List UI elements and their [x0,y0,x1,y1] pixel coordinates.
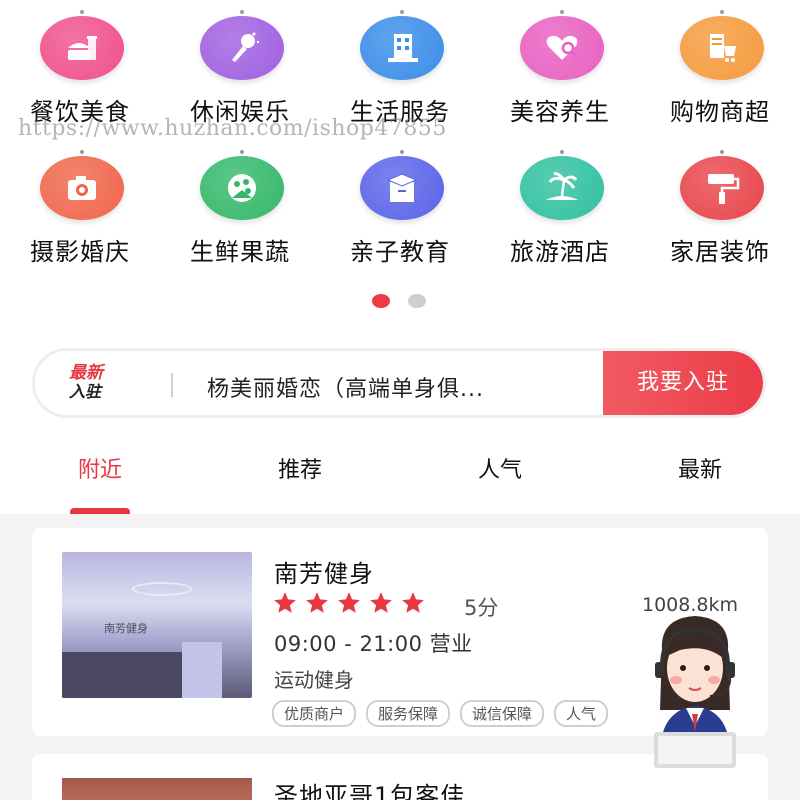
star-icon [274,592,296,613]
shop-score: 5分 [464,596,499,620]
category-label: 亲子教育 [350,238,450,266]
tag-service-guarantee: 服务保障 [366,700,451,727]
paint-roller-icon [680,150,764,220]
building-icon [360,10,444,80]
star-icon [338,592,360,613]
customer-service-icon[interactable] [640,610,750,770]
category-grid: 餐饮美食 休闲娱乐 生活服务 美容养生 购物商超 摄影婚庆 生鲜果蔬 亲子教育 旅游酒店 家居装饰 [0,0,800,290]
watermark: https://www.huzhan.com/ishop47855 [18,116,447,141]
page-indicator [372,294,426,308]
category-label: 生鲜果蔬 [190,238,290,266]
tag-popular: 人气 [554,700,609,727]
category-label: 旅游酒店 [510,238,610,266]
star-icon [402,592,424,613]
heart-search-icon [520,10,604,80]
shopping-cart-icon [680,10,764,80]
tab-popular[interactable]: 人气 [440,452,560,484]
page-dot-2[interactable] [408,294,426,308]
notice-divider [171,373,173,397]
tab-latest[interactable]: 最新 [640,452,760,484]
camera-icon [40,150,124,220]
fruit-plate-icon [200,150,284,220]
shop-tags: 优质商户 服务保障 诚信保障 人气 [272,700,609,727]
page-dot-1[interactable] [372,294,390,308]
join-button[interactable]: 我要入驻 [603,351,763,415]
shop-name[interactable]: 南芳健身 [274,554,374,589]
category-label: 购物商超 [670,98,770,126]
ceiling-light [132,582,192,596]
food-icon [40,10,124,80]
badge-bottom-text: 入驻 [69,382,102,401]
tag-quality-merchant: 优质商户 [272,700,357,727]
tab-nearby[interactable]: 附近 [40,452,160,484]
palm-island-icon [520,150,604,220]
category-label: 美容养生 [510,98,610,126]
filter-tabs: 附近 推荐 人气 最新 [0,440,800,512]
shop-thumbnail: 南芳健身 [62,552,252,698]
shop-name[interactable]: 圣地亚哥1包客佳 [274,776,465,800]
notice-text[interactable]: 杨美丽婚恋（高端单身俱... [207,371,484,403]
category-label: 摄影婚庆 [30,238,130,266]
category-label: 家居装饰 [670,238,770,266]
tag-integrity-guarantee: 诚信保障 [460,700,545,727]
new-merchant-notice[interactable]: 最新 入驻 杨美丽婚恋（高端单身俱... 我要入驻 [32,348,766,418]
star-icon [370,592,392,613]
star-rating [272,590,426,616]
business-hours: 09:00 - 21:00 营业 [274,632,473,656]
badge-top-text: 最新 [69,363,103,383]
microphone-icon [200,10,284,80]
tab-recommended[interactable]: 推荐 [240,452,360,484]
shop-category: 运动健身 [274,668,354,692]
thumbnail-sign-text: 南芳健身 [104,622,148,635]
shop-thumbnail [62,778,252,800]
star-icon [306,592,328,613]
graduation-book-icon [360,150,444,220]
reception-desk [62,652,202,698]
light-panel [182,642,222,698]
new-join-badge: 最新 入驻 [69,365,121,400]
